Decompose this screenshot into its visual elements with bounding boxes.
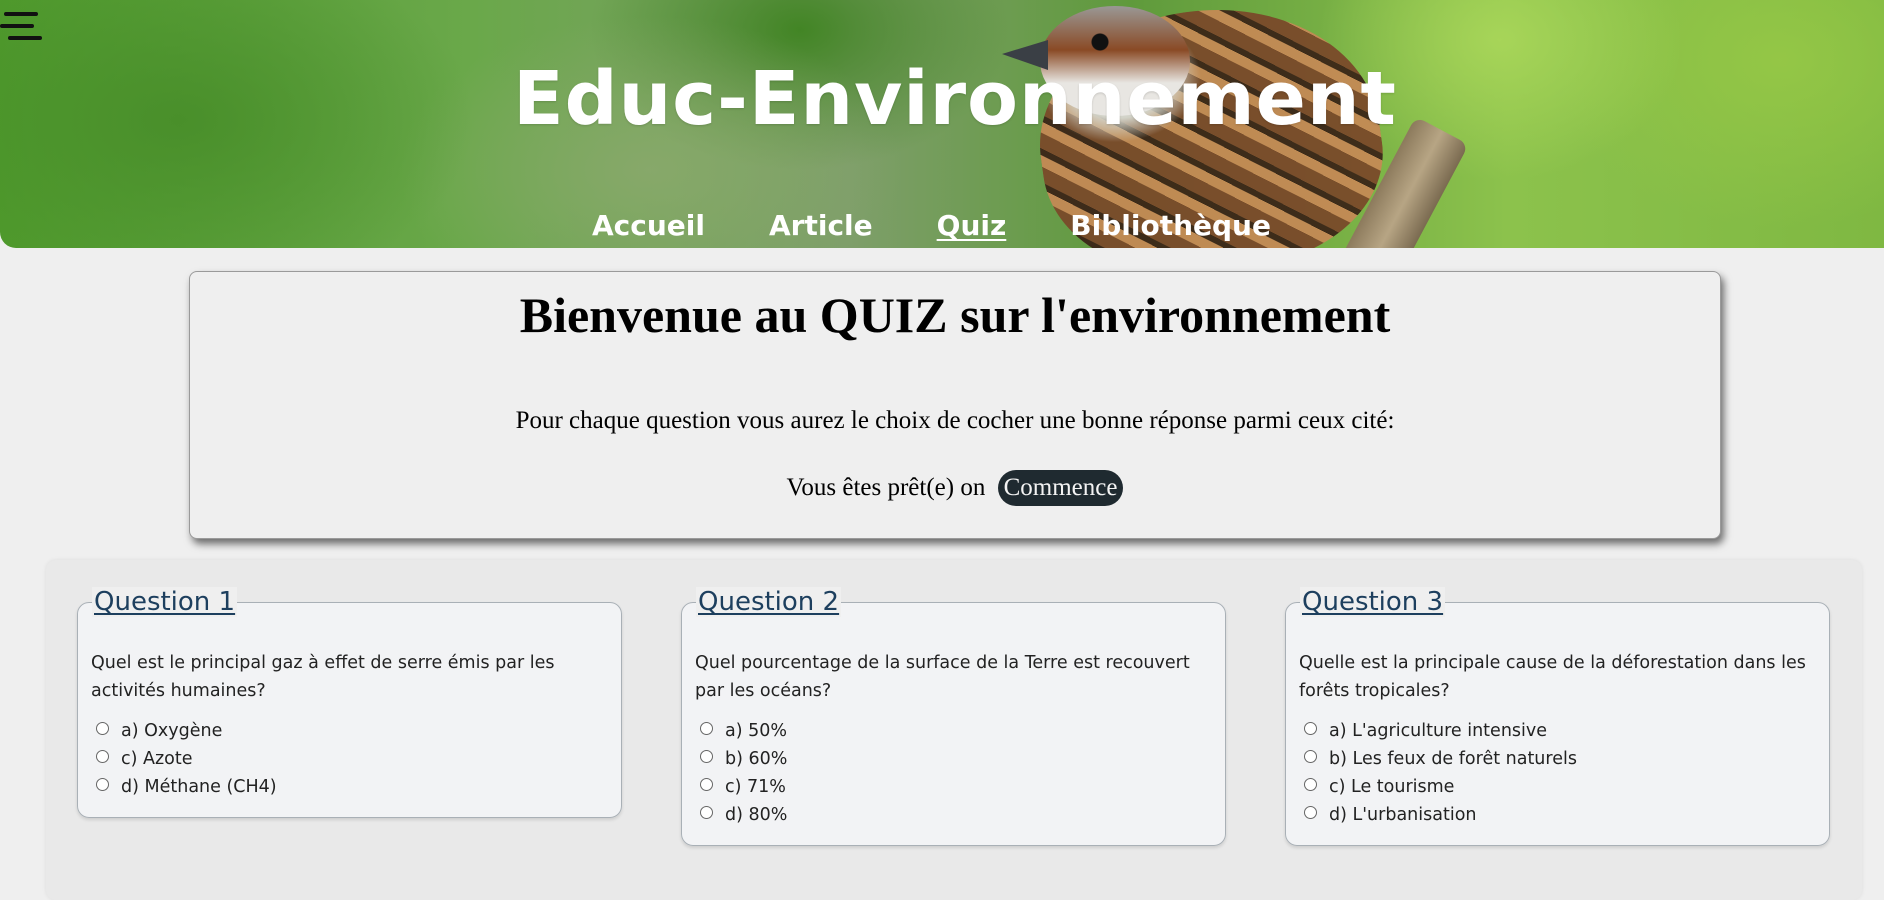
radio-button[interactable] xyxy=(96,721,109,735)
radio-button[interactable] xyxy=(1304,749,1317,763)
radio-button[interactable] xyxy=(1304,721,1317,735)
radio-button[interactable] xyxy=(1304,777,1317,791)
header-banner: Educ-Environnement Accueil Article Quiz … xyxy=(0,0,1884,248)
start-quiz-button[interactable]: Commence xyxy=(997,470,1124,506)
ready-line: Vous êtes prêt(e) on Commence xyxy=(190,470,1720,506)
radio-button[interactable] xyxy=(700,805,713,819)
question-2-card: Question 2 Quel pourcentage de la surfac… xyxy=(681,587,1226,846)
radio-button[interactable] xyxy=(1304,805,1317,819)
question-3-text: Quelle est la principale cause de la déf… xyxy=(1299,653,1806,701)
question-2-option-a[interactable]: a) 50% xyxy=(700,717,1225,745)
option-label: c) Azote xyxy=(121,749,193,769)
radio-button[interactable] xyxy=(96,749,109,763)
radio-button[interactable] xyxy=(700,749,713,763)
nav-link-article[interactable]: Article xyxy=(769,208,873,244)
option-label: a) 50% xyxy=(725,721,788,741)
quiz-instructions: Pour chaque question vous aurez le choix… xyxy=(515,407,1395,434)
quiz-intro-panel: Bienvenue au QUIZ sur l'environnement Po… xyxy=(189,271,1721,539)
nav-link-accueil[interactable]: Accueil xyxy=(592,208,705,244)
option-label: a) L'agriculture intensive xyxy=(1329,721,1548,741)
question-1-option-a[interactable]: a) Oxygène xyxy=(96,717,621,745)
option-label: d) Méthane (CH4) xyxy=(121,777,277,797)
main-nav: Accueil Article Quiz Bibliothèque xyxy=(592,208,1335,244)
radio-button[interactable] xyxy=(700,721,713,735)
question-1-card: Question 1 Quel est le principal gaz à e… xyxy=(77,587,622,818)
question-1-option-c[interactable]: c) Azote xyxy=(96,745,621,773)
ready-text: Vous êtes prêt(e) on xyxy=(786,474,986,501)
question-2-option-d[interactable]: d) 80% xyxy=(700,801,1225,829)
option-label: b) 60% xyxy=(725,749,788,769)
question-2-text: Quel pourcentage de la surface de la Ter… xyxy=(695,653,1190,701)
nav-link-bibliotheque[interactable]: Bibliothèque xyxy=(1070,208,1271,244)
option-label: d) L'urbanisation xyxy=(1329,805,1477,825)
question-2-options: a) 50% b) 60% c) 71% d) 80% xyxy=(700,717,1225,829)
option-label: c) Le tourisme xyxy=(1329,777,1455,797)
question-1-option-d[interactable]: d) Méthane (CH4) xyxy=(96,773,621,801)
question-3-options: a) L'agriculture intensive b) Les feux d… xyxy=(1304,717,1829,829)
question-1-options: a) Oxygène c) Azote d) Méthane (CH4) xyxy=(96,717,621,801)
site-title: Educ-Environnement xyxy=(513,56,1397,142)
question-3-option-c[interactable]: c) Le tourisme xyxy=(1304,773,1829,801)
question-3-option-b[interactable]: b) Les feux de forêt naturels xyxy=(1304,745,1829,773)
hamburger-menu-icon[interactable] xyxy=(0,8,44,44)
question-3-legend: Question 3 xyxy=(1300,587,1446,617)
radio-button[interactable] xyxy=(700,777,713,791)
question-3-card: Question 3 Quelle est la principale caus… xyxy=(1285,587,1830,846)
question-3-option-d[interactable]: d) L'urbanisation xyxy=(1304,801,1829,829)
option-label: c) 71% xyxy=(725,777,786,797)
question-1-text: Quel est le principal gaz à effet de ser… xyxy=(91,653,555,701)
option-label: a) Oxygène xyxy=(121,721,223,741)
radio-button[interactable] xyxy=(96,777,109,791)
question-2-legend: Question 2 xyxy=(696,587,842,617)
option-label: b) Les feux de forêt naturels xyxy=(1329,749,1577,769)
question-2-option-b[interactable]: b) 60% xyxy=(700,745,1225,773)
question-2-option-c[interactable]: c) 71% xyxy=(700,773,1225,801)
nav-link-quiz[interactable]: Quiz xyxy=(937,208,1007,244)
question-3-option-a[interactable]: a) L'agriculture intensive xyxy=(1304,717,1829,745)
quiz-heading: Bienvenue au QUIZ sur l'environnement xyxy=(519,287,1391,343)
question-1-legend: Question 1 xyxy=(92,587,238,617)
option-label: d) 80% xyxy=(725,805,788,825)
